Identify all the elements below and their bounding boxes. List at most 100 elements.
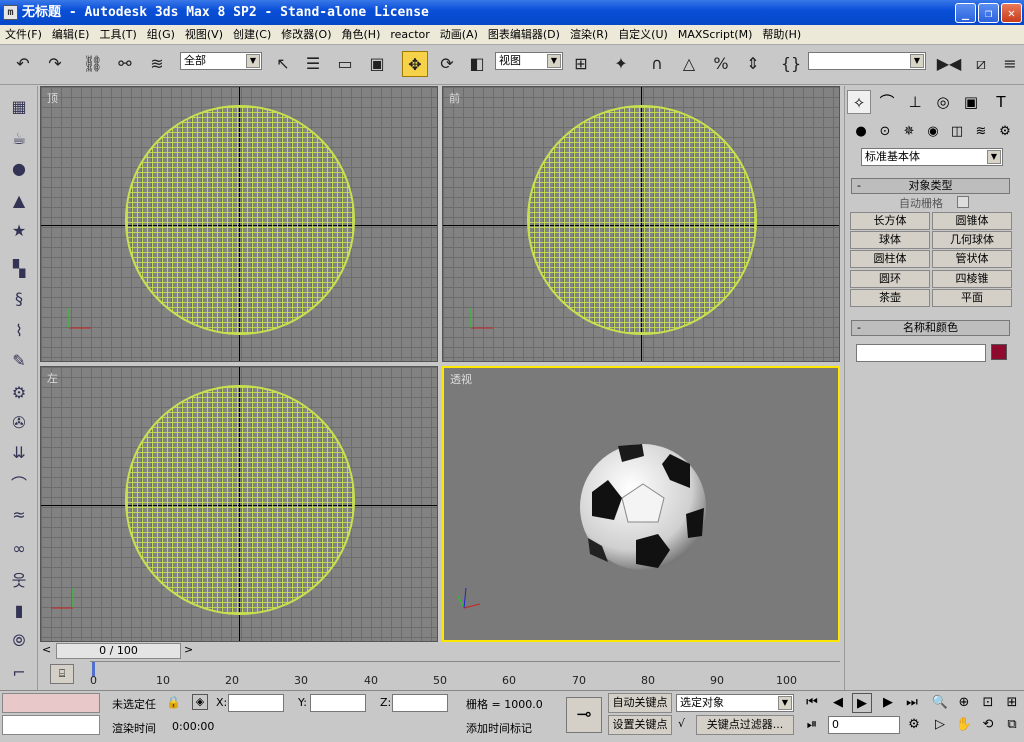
checker-icon[interactable]: ▚ [8,258,30,280]
maxscript-listener-white[interactable] [2,715,100,735]
move-icon[interactable]: ✥ [402,51,428,77]
edit-named-selection-icon[interactable]: {} [778,51,804,77]
systems-icon[interactable]: ⚙ [993,120,1017,144]
book-icon[interactable]: ▮ [8,600,30,622]
named-selection-dropdown[interactable]: ▼ [808,52,926,70]
viewport-left[interactable]: 左 [40,366,438,642]
soccer-ball-rendered[interactable] [578,442,708,572]
z-coord-field[interactable] [392,694,448,712]
menu-animation[interactable]: 动画(A) [435,25,483,45]
menu-customize[interactable]: 自定义(U) [613,25,673,45]
layer-manager-icon[interactable]: ≡ [1000,51,1020,77]
bind-spacewarp-icon[interactable]: ≋ [144,51,170,77]
menu-character[interactable]: 角色(H) [337,25,386,45]
set-key-icon[interactable]: ⊸ [566,697,602,733]
spacewarps-icon[interactable]: ≋ [969,120,993,144]
zoom-extents-all-icon[interactable]: ⊞ [1002,693,1022,713]
app-icon[interactable]: m [3,5,18,20]
manipulate-icon[interactable]: ✦ [608,51,634,77]
create-tab-icon[interactable]: ✧ [847,90,871,114]
rotate-icon[interactable]: ⟳ [434,51,460,77]
menu-modifiers[interactable]: 修改器(O) [276,25,336,45]
soccer-ball-wireframe[interactable] [125,385,355,615]
time-config-icon[interactable]: ⚙ [904,715,924,735]
create-box-icon[interactable]: ▦ [8,96,30,118]
hierarchy-tab-icon[interactable]: ⊥ [903,90,927,114]
geometry-icon[interactable]: ● [849,120,873,144]
cylinder-button[interactable]: 圆柱体 [850,250,930,268]
maximize-viewport-icon[interactable]: ⧉ [1002,715,1022,735]
goto-start-icon[interactable]: ⏮ [802,693,822,713]
reference-coord-dropdown[interactable]: 视图 ▼ [495,52,563,70]
menu-rendering[interactable]: 渲染(R) [565,25,613,45]
unlink-icon[interactable]: ⚯ [112,51,138,77]
plane-button[interactable]: 平面 [932,289,1012,307]
shapes-icon[interactable]: ⊙ [873,120,897,144]
viewport-front[interactable]: 前 [442,86,840,362]
minimize-button[interactable]: _ [955,3,976,23]
gravity-icon[interactable]: ⇊ [8,442,30,464]
menu-file[interactable]: 文件(F) [0,25,47,45]
menu-edit[interactable]: 编辑(E) [47,25,95,45]
redo-icon[interactable]: ↷ [42,51,68,77]
box-button[interactable]: 长方体 [850,212,930,230]
prev-frame-icon[interactable]: < [42,643,51,656]
category-dropdown[interactable]: 标准基本体 ▼ [861,148,1003,166]
key-mode-dropdown[interactable]: 选定对象 ▼ [676,694,794,712]
set-key-button[interactable]: 设置关键点 [608,715,672,735]
soccer-ball-wireframe[interactable] [125,105,355,335]
cameras-icon[interactable]: ◉ [921,120,945,144]
menu-graph-editors[interactable]: 图表编辑器(D) [483,25,565,45]
chair-icon[interactable]: ⌐ [8,662,30,684]
key-mode-toggle-icon[interactable]: ⏯ [802,715,822,735]
motion-tab-icon[interactable]: ◎ [931,90,955,114]
paint-icon[interactable]: ✎ [8,350,30,372]
snap-toggle-icon[interactable]: ∩ [644,51,670,77]
current-frame-field[interactable]: 0 [828,716,900,734]
percent-snap-icon[interactable]: % [708,51,734,77]
select-by-name-icon[interactable]: ☰ [300,51,326,77]
object-color-swatch[interactable] [991,344,1007,360]
key-filter-icon[interactable]: √ [678,717,685,730]
name-color-rollout-header[interactable]: - 名称和颜色 [851,320,1010,336]
tube-button[interactable]: 管状体 [932,250,1012,268]
cone-icon[interactable]: ▲ [8,190,30,212]
object-name-input[interactable] [856,344,986,362]
window-crossing-icon[interactable]: ▣ [364,51,390,77]
menu-maxscript[interactable]: MAXScript(M) [673,25,758,45]
tube-icon[interactable]: ⌇ [8,320,30,342]
menu-group[interactable]: 组(G) [142,25,180,45]
bones-icon[interactable]: ⦾ [8,630,30,652]
geosphere-button[interactable]: 几何球体 [932,231,1012,249]
lock-icon[interactable]: 🔒 [166,695,181,709]
wind-icon[interactable]: ✇ [8,412,30,434]
maxscript-listener-pink[interactable] [2,693,100,713]
object-type-rollout-header[interactable]: - 对象类型 [851,178,1010,194]
restore-button[interactable]: ❐ [978,3,999,23]
spring-icon[interactable]: § [8,288,30,310]
goto-end-icon[interactable]: ⏭ [902,693,922,713]
zoom-extents-icon[interactable]: ⊡ [978,693,998,713]
sphere-button[interactable]: 球体 [850,231,930,249]
link-icon[interactable]: ∞ [8,538,30,560]
teapot-button[interactable]: 茶壶 [850,289,930,307]
viewport-label[interactable]: 透视 [450,371,472,387]
lights-icon[interactable]: ✵ [897,120,921,144]
next-frame-icon[interactable]: > [184,643,193,656]
scale-icon[interactable]: ◧ [464,51,490,77]
menu-views[interactable]: 视图(V) [180,25,228,45]
viewport-label[interactable]: 前 [449,90,460,106]
soccer-ball-wireframe[interactable] [527,105,757,335]
wave-icon[interactable]: ≈ [8,504,30,526]
curve-editor-icon[interactable]: ⌸ [50,664,74,684]
zoom-icon[interactable]: 🔍 [930,693,950,713]
select-link-icon[interactable]: ⛓ [80,51,106,77]
prev-key-icon[interactable]: ◀ [828,693,848,713]
biped-icon[interactable]: 웃 [8,570,30,592]
fov-icon[interactable]: ▷ [930,715,950,735]
display-tab-icon[interactable]: ▣ [959,90,983,114]
rect-region-icon[interactable]: ▭ [332,51,358,77]
time-slider[interactable]: 0 / 100 [56,643,181,659]
undo-icon[interactable]: ↶ [10,51,36,77]
viewport-label[interactable]: 左 [47,370,58,386]
